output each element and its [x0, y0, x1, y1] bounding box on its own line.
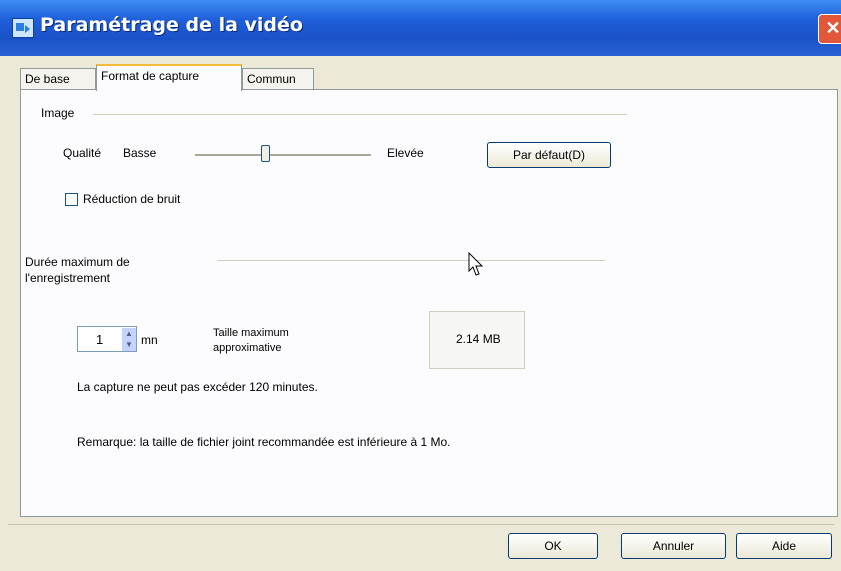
quality-slider-track[interactable]	[195, 154, 371, 157]
noise-reduction-label[interactable]: Réduction de bruit	[83, 192, 180, 206]
duration-heading-line1: Durée maximum de	[25, 255, 130, 269]
limit-note: La capture ne peut pas excéder 120 minut…	[77, 380, 318, 394]
title-bar[interactable]: Paramétrage de la vidéo ✕	[0, 0, 841, 56]
video-icon	[12, 18, 34, 38]
close-button[interactable]: ✕	[818, 14, 841, 44]
image-section-heading: Image	[41, 106, 75, 120]
quality-slider-thumb[interactable]	[261, 145, 271, 162]
remark-text: Remarque: la taille de fichier joint rec…	[77, 435, 451, 449]
size-display-box: 2.14 MB	[429, 311, 525, 369]
size-label-line1: Taille maximum	[213, 327, 289, 339]
footer-divider	[8, 524, 834, 525]
video-settings-dialog: Paramétrage de la vidéo ✕ De base Format…	[0, 0, 841, 571]
duration-heading-line2: l'enregistrement	[25, 271, 110, 285]
quality-low-label: Basse	[123, 146, 157, 160]
size-value: 2.14 MB	[456, 332, 501, 346]
minutes-unit: mn	[141, 333, 158, 347]
quality-label: Qualité	[63, 146, 102, 160]
image-section-divider	[93, 114, 627, 115]
tab-format-de-capture[interactable]: Format de capture	[96, 64, 242, 91]
cancel-button[interactable]: Annuler	[621, 533, 726, 559]
window-title: Paramétrage de la vidéo	[40, 14, 303, 36]
ok-button[interactable]: OK	[508, 533, 598, 559]
tab-panel: Image Qualité Basse Elevée Par défaut(D)…	[20, 89, 838, 517]
quality-high-label: Elevée	[387, 146, 424, 160]
help-button[interactable]: Aide	[736, 533, 832, 559]
tab-de-base[interactable]: De base	[20, 68, 96, 90]
duration-section-divider	[217, 260, 605, 261]
size-label: Taille maximum approximative	[213, 326, 289, 356]
mouse-cursor-icon	[468, 252, 484, 276]
size-label-line2: approximative	[213, 342, 282, 354]
duration-heading: Durée maximum de l'enregistrement	[25, 254, 130, 286]
minutes-spinner[interactable]: 1 ▲ ▼	[77, 326, 137, 352]
spin-down-icon[interactable]: ▼	[122, 339, 136, 351]
noise-reduction-checkbox[interactable]	[65, 193, 78, 206]
minutes-value[interactable]: 1	[96, 332, 103, 347]
default-button[interactable]: Par défaut(D)	[487, 142, 611, 168]
tab-commun[interactable]: Commun	[242, 68, 314, 90]
